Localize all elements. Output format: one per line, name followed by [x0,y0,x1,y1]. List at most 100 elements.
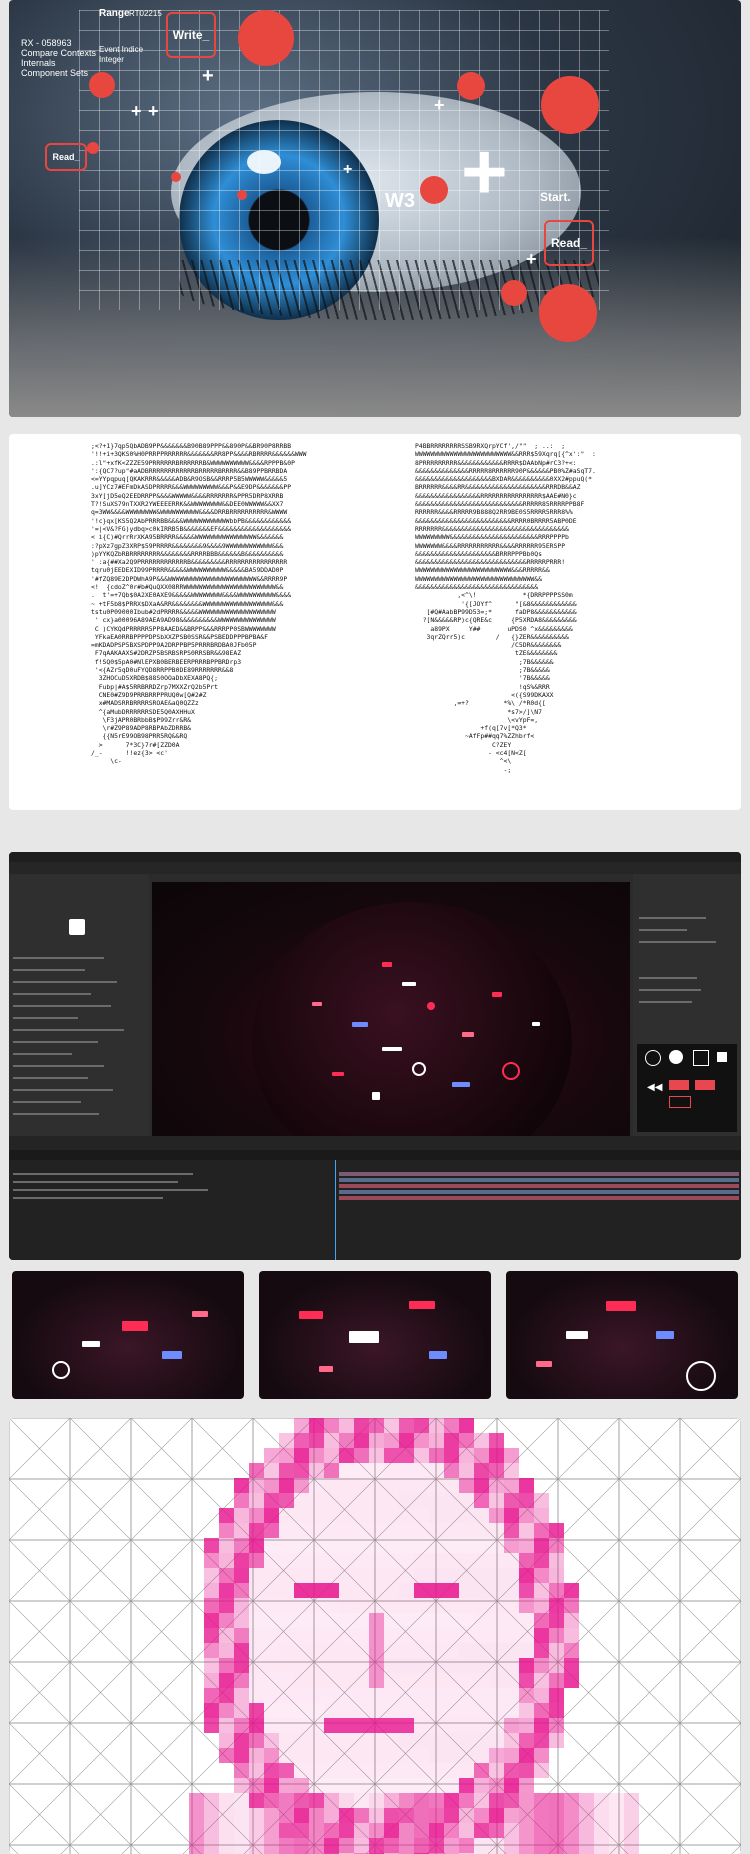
layer-bar[interactable] [339,1178,739,1182]
left-properties-panel[interactable] [9,874,149,1136]
portrait-pixel [384,1793,399,1808]
portrait-pixel [414,1703,429,1718]
portrait-pixel [369,1433,384,1448]
circle-filled-icon[interactable] [669,1050,683,1064]
read-button-left[interactable]: Read_ [45,143,87,171]
portrait-pixel [474,1433,489,1448]
property-row[interactable] [13,1038,143,1046]
composition-viewer[interactable] [152,882,630,1140]
portrait-pixel [489,1628,504,1643]
property-row[interactable] [13,1098,143,1106]
portrait-pixel [369,1598,384,1613]
portrait-pixel [264,1658,279,1673]
playhead[interactable] [335,1160,336,1260]
portrait-pixel [249,1793,264,1808]
portrait-pixel [264,1553,279,1568]
viewer-footer-bar[interactable] [9,1136,741,1150]
portrait-pixel [564,1658,579,1673]
layer-row[interactable] [13,1186,313,1194]
portrait-pixel [279,1478,294,1493]
portrait-pixel [234,1658,249,1673]
portrait-pixel [279,1748,294,1763]
write-button[interactable]: Write_ [166,12,216,58]
property-row[interactable] [13,1074,143,1082]
ui-light [192,1311,208,1317]
integer-label: Integer [99,55,124,64]
layer-bar[interactable] [339,1196,739,1200]
portrait-pixel [384,1523,399,1538]
layer-row[interactable] [13,1170,313,1178]
portrait-pixel [369,1673,384,1688]
layer-bar[interactable] [339,1184,739,1188]
layer-row[interactable] [13,1178,313,1186]
square-outline-icon[interactable] [693,1050,709,1066]
portrait-pixel [339,1658,354,1673]
portrait-pixel [279,1583,294,1598]
portrait-pixel [354,1763,369,1778]
portrait-pixel [249,1553,264,1568]
portrait-pixel [339,1493,354,1508]
portrait-pixel [519,1523,534,1538]
property-row[interactable] [13,954,143,962]
ui-light [319,1366,333,1372]
portrait-pixel [384,1688,399,1703]
portrait-pixel [564,1838,579,1853]
property-row[interactable] [13,1014,143,1022]
red-circle-8 [501,280,527,306]
menu-bar[interactable] [9,852,741,862]
effect-row[interactable] [639,926,735,934]
property-row[interactable] [13,1026,143,1034]
portrait-pixel [459,1808,474,1823]
property-row[interactable] [13,978,143,986]
portrait-pixel [414,1493,429,1508]
portrait-pixel [534,1763,549,1778]
property-row[interactable] [13,1110,143,1118]
timeline-tabs[interactable] [9,1150,741,1160]
outline-button-preset[interactable] [669,1096,691,1108]
right-effects-panel[interactable]: ◀◀ [633,874,741,1136]
property-row[interactable] [13,966,143,974]
rewind-icon[interactable]: ◀◀ [647,1082,662,1093]
effect-row[interactable] [639,974,735,982]
red-button-preset[interactable] [669,1080,689,1090]
toolbar[interactable] [9,862,741,874]
layer-row[interactable] [13,1194,313,1202]
square-filled-icon[interactable] [717,1052,727,1062]
portrait-pixel [384,1808,399,1823]
property-row[interactable] [13,1002,143,1010]
portrait-pixel [369,1808,384,1823]
layer-bar[interactable] [339,1190,739,1194]
portrait-pixel [294,1493,309,1508]
layer-bar[interactable] [339,1172,739,1176]
property-row[interactable] [13,1086,143,1094]
shape-preset-grid[interactable]: ◀◀ [637,1044,737,1132]
effect-row[interactable] [639,938,735,946]
red-circle-4 [171,172,181,182]
portrait-pixel [384,1673,399,1688]
effect-row[interactable] [639,998,735,1006]
property-row[interactable] [13,990,143,998]
thumbnail-3[interactable] [506,1271,738,1399]
property-row[interactable] [13,1062,143,1070]
portrait-pixel [414,1433,429,1448]
red-circle-3 [87,142,99,154]
read-button-right[interactable]: Read_ [544,220,594,266]
circle-outline-icon[interactable] [645,1050,661,1066]
portrait-pixel [234,1718,249,1733]
portrait-pixel [474,1718,489,1733]
timeline-panel[interactable] [9,1150,741,1260]
portrait-pixel [294,1448,309,1463]
red-button-preset[interactable] [695,1080,715,1090]
thumbnail-2[interactable] [259,1271,491,1399]
effect-row[interactable] [639,914,735,922]
property-row[interactable] [13,1050,143,1058]
portrait-pixel [324,1568,339,1583]
portrait-pixel [414,1823,429,1838]
portrait-pixel [339,1553,354,1568]
portrait-pixel [414,1418,429,1433]
portrait-pixel [564,1823,579,1838]
portrait-pixel [354,1688,369,1703]
ui-light [606,1301,636,1311]
thumbnail-1[interactable] [12,1271,244,1399]
effect-row[interactable] [639,986,735,994]
